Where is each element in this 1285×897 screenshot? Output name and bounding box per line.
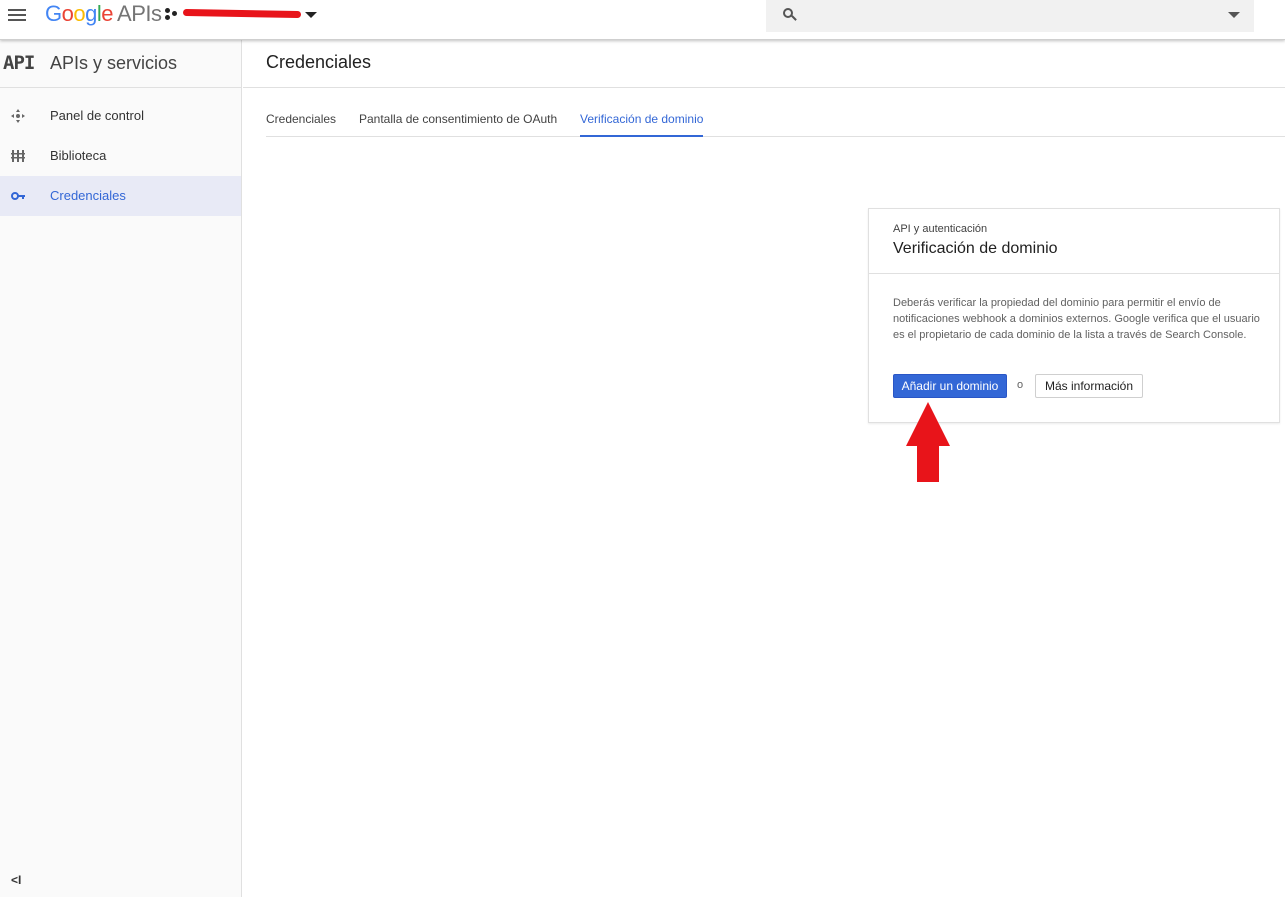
more-info-button[interactable]: Más información — [1035, 374, 1143, 398]
project-icon — [165, 8, 179, 20]
dashboard-icon — [11, 109, 25, 123]
divider — [243, 87, 1285, 88]
sidebar-item-label: Credenciales — [50, 188, 126, 203]
tab-verificacion-de-dominio[interactable]: Verificación de dominio — [580, 112, 704, 137]
domain-verification-card: API y autenticación Verificación de domi… — [868, 208, 1280, 423]
sidebar-item-biblioteca[interactable]: Biblioteca — [0, 136, 241, 176]
page-title: Credenciales — [266, 52, 372, 72]
tab-bar: Credenciales Pantalla de consentimiento … — [266, 104, 1285, 137]
tab-pantalla-de-consentimiento[interactable]: Pantalla de consentimiento de OAuth — [359, 112, 557, 137]
card-kicker: API y autenticación — [893, 223, 988, 235]
search-dropdown-icon[interactable] — [1228, 12, 1240, 18]
sidebar-header: API APIs y servicios — [0, 40, 241, 88]
sidebar-item-panel-de-control[interactable]: Panel de control — [0, 96, 241, 136]
card-title: Verificación de dominio — [893, 240, 1058, 257]
tab-credenciales[interactable]: Credenciales — [266, 112, 336, 137]
search-icon — [783, 8, 797, 22]
sidebar-item-label: Biblioteca — [50, 148, 107, 163]
top-app-bar: Google APIs — [0, 0, 1285, 40]
api-badge: API — [3, 52, 35, 74]
sidebar-item-label: Panel de control — [50, 108, 144, 123]
key-icon — [11, 192, 25, 200]
card-description: Deberás verificar la propiedad del domin… — [893, 297, 1260, 341]
project-selector[interactable] — [165, 3, 325, 25]
sidebar-title: APIs y servicios — [50, 53, 178, 73]
collapse-sidebar-icon[interactable]: <I — [11, 873, 21, 887]
card-divider — [869, 273, 1279, 274]
library-icon — [11, 150, 25, 162]
annotation-arrow-icon — [906, 402, 950, 482]
menu-icon[interactable] — [8, 6, 30, 24]
sidebar-item-credenciales[interactable]: Credenciales — [0, 176, 241, 216]
chevron-down-icon[interactable] — [305, 12, 317, 18]
or-separator: o — [1017, 379, 1024, 391]
add-domain-button[interactable]: Añadir un dominio — [893, 374, 1007, 398]
google-apis-logo[interactable]: Google APIs — [45, 1, 162, 27]
search-box[interactable] — [766, 0, 1254, 32]
logo-suffix: APIs — [117, 1, 162, 26]
sidebar: API APIs y servicios Panel de control Bi… — [0, 40, 242, 897]
redacted-project-name — [182, 8, 302, 19]
